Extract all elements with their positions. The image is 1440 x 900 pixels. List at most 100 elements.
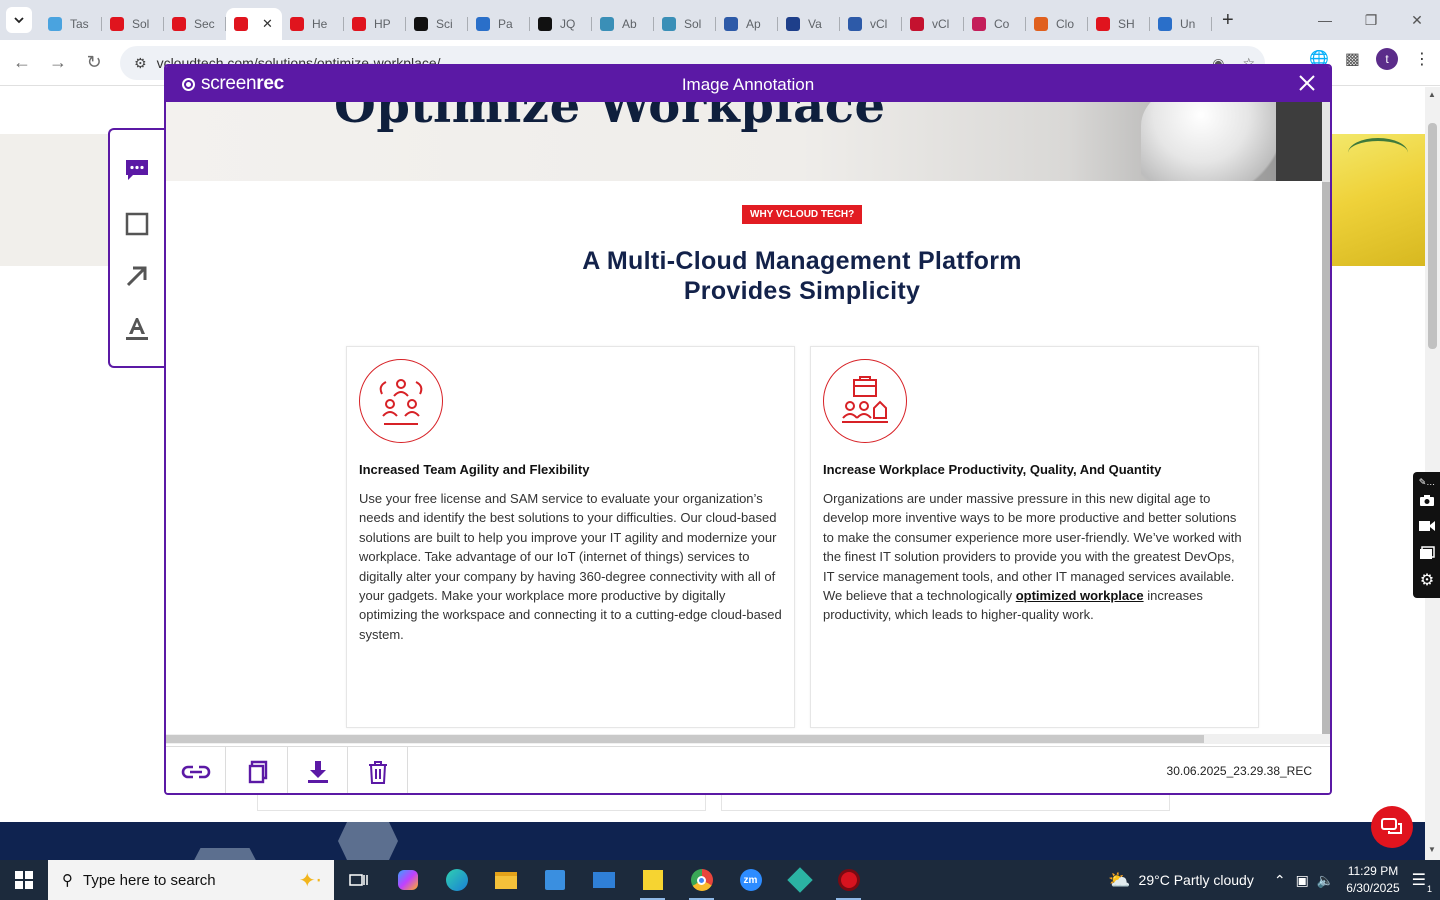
network-icon[interactable]: ▣ bbox=[1296, 872, 1309, 889]
browser-tab[interactable]: Clo bbox=[1026, 8, 1088, 40]
settings-gear-icon[interactable]: ⚙ bbox=[1418, 572, 1436, 589]
screenshot-canvas[interactable]: Optimize Workplace WHY VCLOUD TECH? A Mu… bbox=[166, 102, 1322, 744]
chrome-icon[interactable] bbox=[677, 860, 726, 900]
card-body: Use your free license and SAM service to… bbox=[359, 491, 782, 642]
tab-favicon-icon bbox=[972, 17, 986, 31]
square-icon bbox=[125, 212, 149, 236]
volume-icon[interactable]: 🔈 bbox=[1317, 872, 1334, 889]
extensions-icon[interactable]: ▩ bbox=[1345, 49, 1360, 69]
profile-avatar[interactable]: t bbox=[1376, 48, 1398, 70]
pin-icon[interactable]: ✎… bbox=[1418, 474, 1436, 490]
weather-icon[interactable]: ⛅ bbox=[1108, 870, 1130, 891]
tab-favicon-icon bbox=[848, 17, 862, 31]
browser-tab[interactable]: Sec bbox=[164, 8, 226, 40]
page-scrollbar-thumb[interactable] bbox=[1428, 123, 1437, 349]
canvas-vertical-scrollbar[interactable] bbox=[1322, 102, 1330, 744]
scroll-up-arrow-icon[interactable]: ▲ bbox=[1428, 90, 1436, 99]
browser-tab[interactable]: HP bbox=[344, 8, 406, 40]
microsoft-store-icon[interactable] bbox=[530, 860, 579, 900]
sparkle-icon: ✦⋅ bbox=[298, 869, 322, 892]
camera-icon[interactable] bbox=[1418, 492, 1436, 508]
close-window-button[interactable]: ✕ bbox=[1394, 0, 1440, 40]
gallery-icon[interactable] bbox=[1418, 545, 1436, 561]
site-info-icon[interactable]: ⚙ bbox=[134, 55, 147, 72]
vscode-like-app-icon[interactable] bbox=[775, 860, 824, 900]
file-explorer-icon[interactable] bbox=[481, 860, 530, 900]
browser-tab[interactable]: He bbox=[282, 8, 344, 40]
back-button[interactable]: ← bbox=[4, 45, 40, 81]
tab-label: Ab bbox=[622, 17, 637, 31]
hero-dark-edge bbox=[1276, 102, 1322, 181]
video-icon[interactable] bbox=[1418, 518, 1436, 534]
canvas-horizontal-scrollbar-thumb[interactable] bbox=[166, 735, 1204, 743]
restore-button[interactable]: ❐ bbox=[1348, 0, 1394, 40]
zoom-icon[interactable]: zm bbox=[726, 860, 775, 900]
browser-tab[interactable]: Ap bbox=[716, 8, 778, 40]
dialog-header: screen rec Image Annotation bbox=[166, 66, 1330, 102]
tab-label: Sol bbox=[684, 17, 702, 31]
chevron-up-icon[interactable]: ⌃ bbox=[1274, 872, 1286, 889]
browser-tab-strip: Tas Sol Sec ✕ He HP Sci Pa JQ Ab Sol Ap Va vCl vCl Co Cl… bbox=[0, 0, 1440, 40]
start-button[interactable] bbox=[0, 860, 48, 900]
browser-tab[interactable]: Sci bbox=[406, 8, 468, 40]
taskbar-search[interactable]: ⚲ Type here to search ✦⋅ bbox=[48, 860, 334, 900]
rectangle-tool[interactable] bbox=[123, 210, 151, 238]
forward-button[interactable]: → bbox=[40, 45, 76, 81]
copilot-icon[interactable] bbox=[383, 860, 432, 900]
card-title: Increased Team Agility and Flexibility bbox=[359, 462, 590, 477]
arrow-icon bbox=[126, 266, 147, 287]
arrow-tool[interactable] bbox=[123, 262, 151, 290]
browser-tab[interactable]: vCl bbox=[902, 8, 964, 40]
browser-tab[interactable]: Sol bbox=[102, 8, 164, 40]
edge-icon[interactable] bbox=[432, 860, 481, 900]
hero-banner: Optimize Workplace bbox=[166, 102, 1322, 181]
browser-tab[interactable]: vCl bbox=[840, 8, 902, 40]
text-a-icon bbox=[126, 318, 148, 340]
speech-bubble-icon bbox=[126, 160, 148, 180]
recording-filename: 30.06.2025_23.29.38_REC bbox=[1166, 764, 1312, 778]
optimized-workplace-link[interactable]: optimized workplace bbox=[1016, 588, 1144, 603]
reload-button[interactable]: ↻ bbox=[76, 45, 112, 81]
browser-menu-icon[interactable]: ⋮ bbox=[1414, 49, 1430, 69]
notification-count: 1 bbox=[1426, 884, 1432, 894]
tab-label: Un bbox=[1180, 17, 1196, 31]
sticky-notes-icon[interactable] bbox=[628, 860, 677, 900]
copy-icon bbox=[248, 760, 267, 783]
browser-tab[interactable]: JQ bbox=[530, 8, 592, 40]
browser-tab[interactable]: Sol bbox=[654, 8, 716, 40]
browser-tab[interactable]: Tas bbox=[40, 8, 102, 40]
taskbar-clock[interactable]: 11:29 PM 6/30/2025 bbox=[1346, 863, 1399, 897]
text-tool[interactable] bbox=[123, 314, 151, 342]
scroll-down-arrow-icon[interactable]: ▼ bbox=[1428, 845, 1436, 854]
new-tab-button[interactable]: + bbox=[1222, 9, 1234, 32]
download-button[interactable] bbox=[288, 747, 348, 793]
mail-icon[interactable] bbox=[579, 860, 628, 900]
screenrec-taskbar-icon[interactable] bbox=[824, 860, 873, 900]
dialog-close-button[interactable] bbox=[1296, 72, 1318, 94]
browser-tab-active[interactable]: ✕ bbox=[226, 8, 282, 40]
comment-tool[interactable] bbox=[123, 156, 151, 184]
browser-tab[interactable]: Un bbox=[1150, 8, 1212, 40]
delete-button[interactable] bbox=[348, 747, 408, 793]
tab-search-button[interactable] bbox=[6, 7, 32, 33]
annotation-toolbar bbox=[108, 128, 166, 368]
tab-favicon-icon bbox=[1034, 17, 1048, 31]
copy-link-button[interactable] bbox=[166, 747, 226, 793]
tab-close-icon[interactable]: ✕ bbox=[262, 16, 273, 32]
browser-tab[interactable]: SH bbox=[1088, 8, 1150, 40]
weather-text[interactable]: 29°C Partly cloudy bbox=[1139, 872, 1254, 888]
browser-tab[interactable]: Ab bbox=[592, 8, 654, 40]
copy-image-button[interactable] bbox=[228, 747, 288, 793]
canvas-horizontal-scrollbar[interactable] bbox=[166, 734, 1330, 744]
minimize-button[interactable]: — bbox=[1302, 0, 1348, 40]
productivity-growth-icon bbox=[823, 359, 907, 443]
tab-label: Va bbox=[808, 17, 822, 31]
browser-tab[interactable]: Va bbox=[778, 8, 840, 40]
task-view-icon[interactable] bbox=[334, 860, 383, 900]
notifications-button[interactable]: ☰ 1 bbox=[1412, 870, 1432, 894]
chat-button[interactable] bbox=[1371, 806, 1413, 848]
browser-tab[interactable]: Pa bbox=[468, 8, 530, 40]
canvas-vertical-scrollbar-thumb[interactable] bbox=[1322, 182, 1330, 734]
browser-tab[interactable]: Co bbox=[964, 8, 1026, 40]
card-title: Increase Workplace Productivity, Quality… bbox=[823, 462, 1162, 477]
